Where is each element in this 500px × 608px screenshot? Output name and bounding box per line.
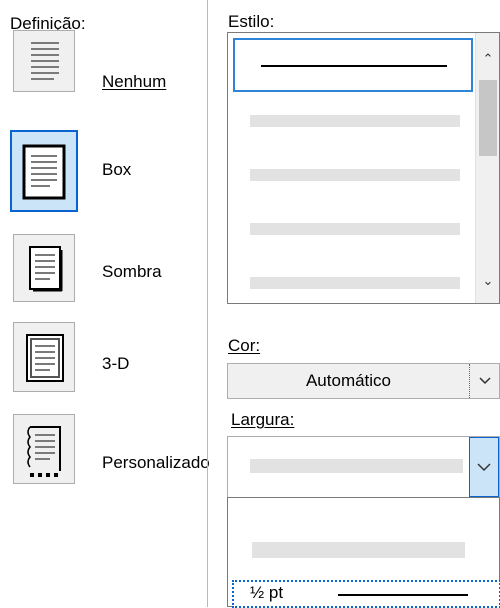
color-dropdown-button[interactable] bbox=[469, 364, 499, 398]
preset-box-button[interactable] bbox=[10, 130, 78, 212]
style-option-placeholder[interactable] bbox=[250, 223, 460, 235]
width-select[interactable] bbox=[227, 436, 500, 498]
preset-custom-button[interactable] bbox=[13, 414, 75, 484]
width-dropdown-button[interactable] bbox=[469, 437, 499, 497]
preset-3d-icon bbox=[26, 334, 64, 382]
preset-3d-button[interactable] bbox=[13, 322, 75, 392]
chevron-down-icon bbox=[477, 463, 491, 472]
column-divider bbox=[207, 0, 208, 607]
style-listbox[interactable]: ⌃ ⌄ bbox=[227, 32, 500, 304]
width-option-label: ½ pt bbox=[250, 583, 284, 602]
preset-none-icon bbox=[31, 42, 59, 80]
style-option-placeholder[interactable] bbox=[250, 169, 460, 181]
preset-shadow-icon bbox=[29, 246, 63, 292]
preset-box-icon bbox=[22, 144, 66, 200]
preset-shadow-label: Sombra bbox=[102, 262, 162, 281]
style-scrollbar[interactable]: ⌃ ⌄ bbox=[475, 33, 499, 303]
color-heading: Cor: bbox=[228, 336, 261, 355]
preset-3d-label: 3-D bbox=[102, 354, 130, 373]
width-dropdown-list[interactable]: ½ pt bbox=[227, 497, 500, 608]
preset-shadow-button[interactable] bbox=[13, 234, 75, 302]
preset-none-label: Nenhum bbox=[102, 72, 167, 91]
scroll-thumb[interactable] bbox=[479, 80, 497, 156]
width-option-placeholder[interactable] bbox=[252, 542, 465, 558]
width-heading: Largura: bbox=[231, 410, 295, 429]
style-option-solid-selected[interactable] bbox=[233, 38, 473, 92]
width-sample-line bbox=[338, 594, 468, 596]
preset-box-label: Box bbox=[102, 160, 132, 179]
style-option-placeholder[interactable] bbox=[250, 277, 460, 289]
width-select-value-placeholder bbox=[250, 459, 463, 473]
style-heading: Estilo: bbox=[228, 12, 275, 31]
color-select[interactable]: Automático bbox=[227, 363, 500, 399]
preset-custom-label: Personalizado bbox=[102, 453, 210, 472]
scroll-up-icon[interactable]: ⌃ bbox=[476, 51, 500, 67]
preset-none-button[interactable] bbox=[13, 30, 75, 92]
scroll-down-icon[interactable]: ⌄ bbox=[476, 273, 500, 289]
color-select-value: Automático bbox=[305, 371, 392, 390]
style-option-placeholder[interactable] bbox=[250, 115, 460, 127]
preset-custom-icon bbox=[27, 426, 61, 477]
width-option-half-pt[interactable]: ½ pt bbox=[232, 580, 500, 608]
solid-line-sample bbox=[261, 65, 447, 67]
chevron-down-icon bbox=[478, 377, 491, 385]
